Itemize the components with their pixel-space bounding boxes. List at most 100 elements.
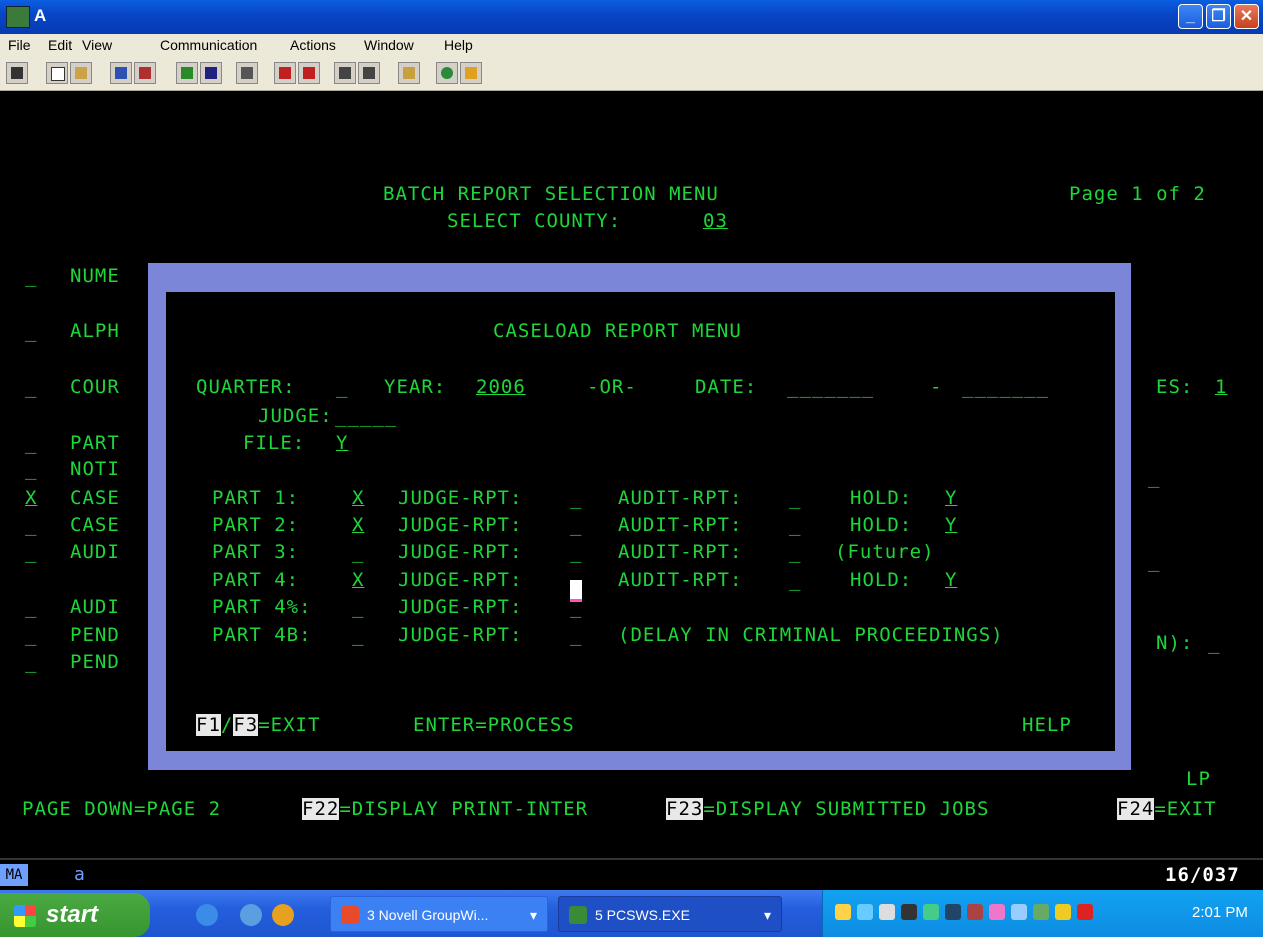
menu-view[interactable]: View xyxy=(82,37,112,53)
tray-icon-11[interactable] xyxy=(1055,904,1071,920)
menu-communication[interactable]: Communication xyxy=(160,37,257,53)
tray-icon-3[interactable] xyxy=(879,904,895,920)
tray-icon-7[interactable] xyxy=(967,904,983,920)
bg-sel-7[interactable]: _ xyxy=(25,514,37,536)
display-icon[interactable] xyxy=(6,62,28,84)
part4b-judge-input[interactable]: _ xyxy=(570,624,582,646)
play-macro-icon[interactable] xyxy=(274,62,296,84)
f1-key[interactable]: F1 xyxy=(196,714,221,736)
f3-key[interactable]: F3 xyxy=(233,714,259,736)
part1-select[interactable]: X xyxy=(352,487,364,509)
macro-icon[interactable] xyxy=(236,62,258,84)
part3-select[interactable]: _ xyxy=(352,541,364,563)
menu-edit[interactable]: Edit xyxy=(48,37,72,53)
bg-blank-1[interactable]: _ xyxy=(1148,466,1160,488)
task-pcsws[interactable]: 5 PCSWS.EXE ▾ xyxy=(558,896,782,932)
file-input[interactable]: Y xyxy=(336,432,348,454)
part3-judge-input[interactable]: _ xyxy=(570,541,582,563)
send-icon[interactable] xyxy=(110,62,132,84)
f23-key[interactable]: F23 xyxy=(666,798,704,820)
date-to-input[interactable]: _______ xyxy=(962,376,1049,398)
part2-judge-input[interactable]: _ xyxy=(570,514,582,536)
part4-audit-input[interactable]: _ xyxy=(789,569,801,591)
tray-icon-1[interactable] xyxy=(835,904,851,920)
quarter-input[interactable]: _ xyxy=(336,376,348,398)
receive-icon[interactable] xyxy=(134,62,156,84)
part2-hold-input[interactable]: Y xyxy=(945,514,957,536)
bg-sel-4[interactable]: _ xyxy=(25,432,37,454)
bg-blank-2[interactable]: _ xyxy=(1148,550,1160,572)
part1-judge-input[interactable]: _ xyxy=(570,487,582,509)
part4b-note: (DELAY IN CRIMINAL PROCEEDINGS) xyxy=(618,624,1004,646)
tray-icon-4[interactable] xyxy=(901,904,917,920)
part1-audit-input[interactable]: _ xyxy=(789,487,801,509)
part1-hold-input[interactable]: Y xyxy=(945,487,957,509)
paste-icon[interactable] xyxy=(70,62,92,84)
enter-process[interactable]: ENTER=PROCESS xyxy=(413,714,575,736)
screen-icon[interactable] xyxy=(200,62,222,84)
tray-icon-2[interactable] xyxy=(857,904,873,920)
f24-key[interactable]: F24 xyxy=(1117,798,1155,820)
tray-icon-6[interactable] xyxy=(945,904,961,920)
part3-audit-input[interactable]: _ xyxy=(789,541,801,563)
bg-n-input[interactable]: _ xyxy=(1208,632,1220,654)
ie-icon[interactable] xyxy=(196,904,218,926)
keypad-icon[interactable] xyxy=(176,62,198,84)
tray-icon-10[interactable] xyxy=(1033,904,1049,920)
pencil-icon[interactable] xyxy=(460,62,482,84)
window-titlebar[interactable] xyxy=(0,0,1263,34)
bg-sel-2[interactable]: _ xyxy=(25,320,37,342)
part4-hold-input[interactable]: Y xyxy=(945,569,957,591)
help-text[interactable]: HELP xyxy=(1022,714,1072,736)
ie-alt-icon[interactable] xyxy=(240,904,262,926)
part1-audit-label: AUDIT-RPT: xyxy=(618,487,743,509)
start-session-icon[interactable] xyxy=(334,62,356,84)
clipboard-icon[interactable] xyxy=(398,62,420,84)
bg-sel-9[interactable]: _ xyxy=(25,596,37,618)
part3-label: PART 3: xyxy=(212,541,300,563)
minimize-button[interactable]: _ xyxy=(1178,4,1203,29)
bg-sel-11[interactable]: _ xyxy=(25,651,37,673)
part4-select[interactable]: X xyxy=(352,569,364,591)
menu-window[interactable]: Window xyxy=(364,37,414,53)
status-ma: MA xyxy=(0,864,28,886)
bg-sel-6[interactable]: X xyxy=(25,487,37,509)
maximize-button[interactable]: ❐ xyxy=(1206,4,1231,29)
media-icon[interactable] xyxy=(272,904,294,926)
close-button[interactable]: ✕ xyxy=(1234,4,1259,29)
bg-label-1: NUME xyxy=(70,265,120,287)
record-macro-icon[interactable] xyxy=(298,62,320,84)
menu-help[interactable]: Help xyxy=(444,37,473,53)
task-groupwise[interactable]: 3 Novell GroupWi... ▾ xyxy=(330,896,548,932)
bg-sel-10[interactable]: _ xyxy=(25,624,37,646)
county-input[interactable]: 03 xyxy=(703,210,728,232)
f22-key[interactable]: F22 xyxy=(302,798,340,820)
menu-actions[interactable]: Actions xyxy=(290,37,336,53)
bg-sel-5[interactable]: _ xyxy=(25,458,37,480)
date-from-input[interactable]: _______ xyxy=(787,376,874,398)
tray-icon-8[interactable] xyxy=(989,904,1005,920)
part4pct-select[interactable]: _ xyxy=(352,596,364,618)
part4b-select[interactable]: _ xyxy=(352,624,364,646)
stop-session-icon[interactable] xyxy=(358,62,380,84)
globe-icon[interactable] xyxy=(436,62,458,84)
tray-icon-5[interactable] xyxy=(923,904,939,920)
bg-es-input[interactable]: 1 xyxy=(1215,376,1227,398)
year-input[interactable]: 2006 xyxy=(476,376,526,398)
part2-audit-input[interactable]: _ xyxy=(789,514,801,536)
f23-hint[interactable]: F23=DISPLAY SUBMITTED JOBS xyxy=(666,798,989,820)
novell-icon[interactable] xyxy=(1077,904,1093,920)
county-label: SELECT COUNTY: xyxy=(447,210,622,232)
bg-sel-1[interactable]: _ xyxy=(25,265,37,287)
f24-hint[interactable]: F24=EXIT xyxy=(1117,798,1217,820)
part4pct-judge-input[interactable]: _ xyxy=(570,596,582,618)
menu-file[interactable]: File xyxy=(8,37,31,53)
bg-sel-3[interactable]: _ xyxy=(25,376,37,398)
judge-input[interactable]: _____ xyxy=(335,405,397,427)
tray-icon-9[interactable] xyxy=(1011,904,1027,920)
part2-select[interactable]: X xyxy=(352,514,364,536)
bg-sel-8[interactable]: _ xyxy=(25,541,37,563)
copy-icon[interactable] xyxy=(46,62,68,84)
f22-hint[interactable]: F22=DISPLAY PRINT-INTER xyxy=(302,798,588,820)
pagedown-hint[interactable]: PAGE DOWN=PAGE 2 xyxy=(22,798,221,820)
